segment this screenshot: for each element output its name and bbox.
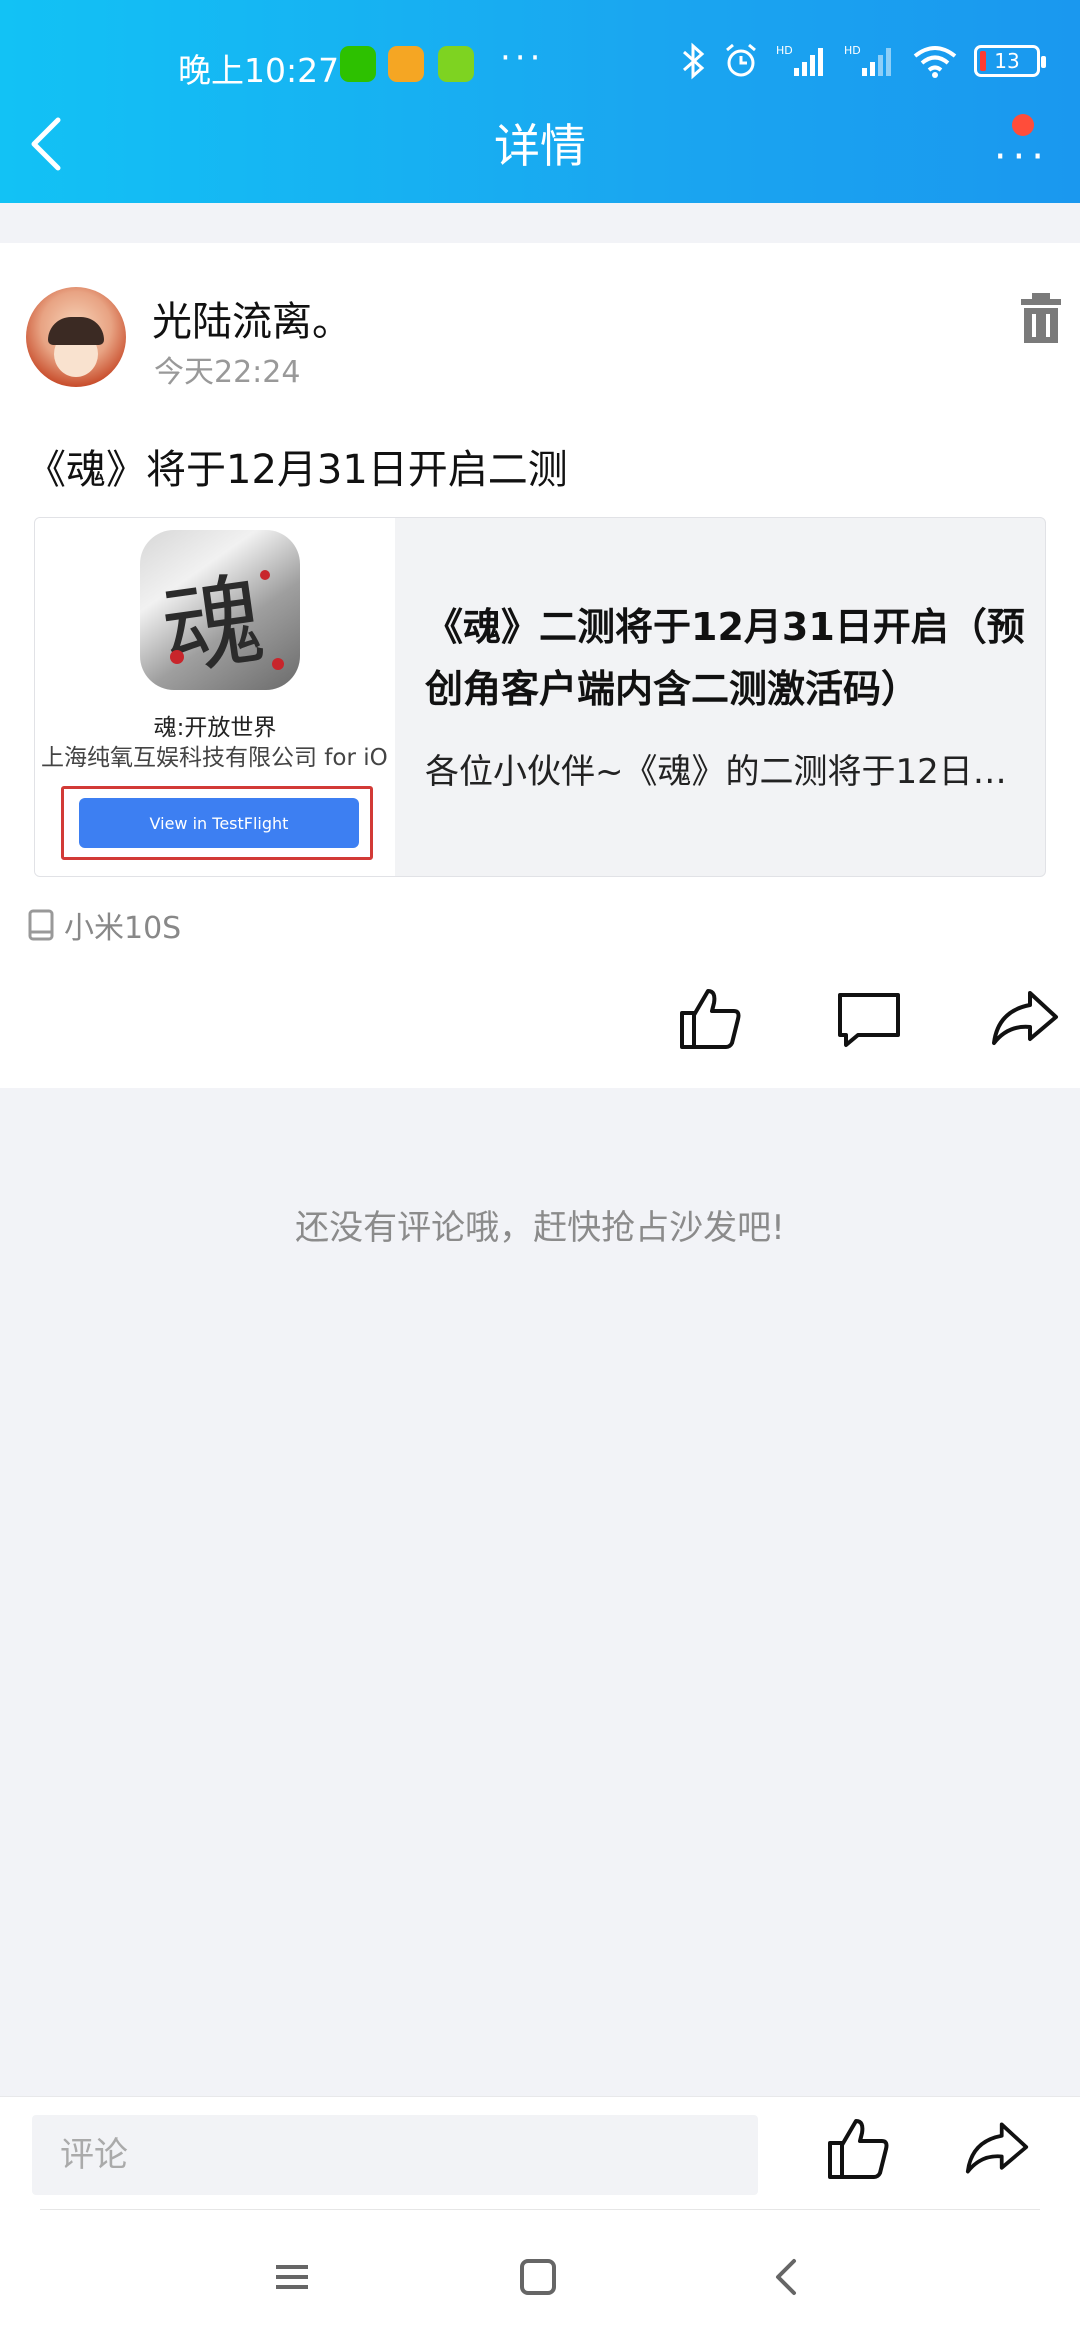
battery-level: 13 (994, 49, 1020, 73)
bluetooth-icon (683, 42, 705, 80)
download-app-icon (438, 46, 474, 82)
menu-nav-button[interactable] (262, 2247, 322, 2307)
post-card: 光陆流离。 今天22:24 《魂》将于12月31日开启二测 魂 魂:开放世界 上… (0, 243, 1080, 1088)
comment-input[interactable] (32, 2115, 758, 2195)
share-button[interactable] (990, 983, 1060, 1053)
gallery-app-icon (388, 46, 424, 82)
more-dots-icon: ··· (993, 134, 1050, 180)
avatar[interactable] (26, 287, 126, 387)
bottom-bar (0, 2096, 1080, 2340)
username[interactable]: 光陆流离。 (152, 289, 352, 347)
wifi-icon (913, 46, 957, 78)
share-arrow-icon (992, 991, 1058, 1045)
more-options-button[interactable]: ··· (980, 114, 1050, 180)
post-text: 《魂》将于12月31日开启二测 (26, 447, 568, 493)
status-more-icon: ··· (500, 38, 545, 78)
home-square-icon (520, 2259, 556, 2295)
page-title: 详情 (494, 119, 586, 173)
bottom-share-button[interactable] (962, 2115, 1032, 2181)
header: 晚上10:27 ··· HD HD 13 详情 ··· (0, 0, 1080, 203)
menu-icon (276, 2265, 308, 2289)
like-button[interactable] (676, 983, 746, 1053)
empty-comments-message: 还没有评论哦，赶快抢占沙发吧! (295, 1208, 785, 1248)
thumb-company: 上海纯氧互娱科技有限公司 for iO (41, 745, 388, 771)
svg-text:HD: HD (776, 44, 793, 57)
link-description: 各位小伙伴~《魂》的二测将于12日开启 (425, 752, 1025, 792)
link-thumbnail: 魂 魂:开放世界 上海纯氧互娱科技有限公司 for iO View in Tes… (35, 518, 395, 876)
post-time: 今天22:24 (154, 355, 301, 390)
alarm-icon (726, 43, 756, 77)
device-name: 小米10S (64, 911, 182, 946)
signal-2-icon: HD (844, 44, 891, 76)
device-info: 小米10S (28, 903, 181, 947)
wechat-icon (340, 46, 376, 82)
chevron-left-icon (776, 2259, 796, 2295)
trash-icon (1021, 293, 1061, 343)
divider (40, 2209, 1040, 2210)
bottom-like-button[interactable] (824, 2113, 894, 2183)
app-icon-image: 魂 (140, 530, 300, 690)
testflight-button: View in TestFlight (79, 798, 359, 848)
thumbs-up-icon (828, 2119, 889, 2179)
home-nav-button[interactable] (508, 2247, 568, 2307)
svg-text:HD: HD (844, 44, 861, 57)
back-nav-button[interactable] (758, 2247, 818, 2307)
system-icons: HD HD 13 (680, 42, 1046, 80)
system-nav-bar (0, 2237, 1080, 2317)
thumb-app-name: 魂:开放世界 (153, 715, 277, 741)
comment-icon (838, 993, 900, 1047)
nav-bar: 详情 ··· (0, 98, 1080, 198)
battery-icon: 13 (974, 45, 1046, 77)
delete-button[interactable] (1018, 291, 1064, 345)
phone-icon (28, 909, 54, 941)
share-arrow-icon (965, 2122, 1029, 2174)
thumbs-up-icon (680, 989, 741, 1049)
link-card[interactable]: 魂 魂:开放世界 上海纯氧互娱科技有限公司 for iO View in Tes… (34, 517, 1046, 877)
comment-button[interactable] (834, 983, 904, 1053)
signal-icon: HD (776, 44, 823, 76)
notification-dot (1012, 114, 1034, 136)
post-actions (0, 983, 1080, 1063)
status-bar: 晚上10:27 ··· HD HD 13 (0, 36, 1080, 96)
link-title: 《魂》二测将于12月31日开启（预创角客户端内含二测激活码） (425, 605, 1025, 711)
status-time: 晚上10:27 (178, 51, 340, 90)
